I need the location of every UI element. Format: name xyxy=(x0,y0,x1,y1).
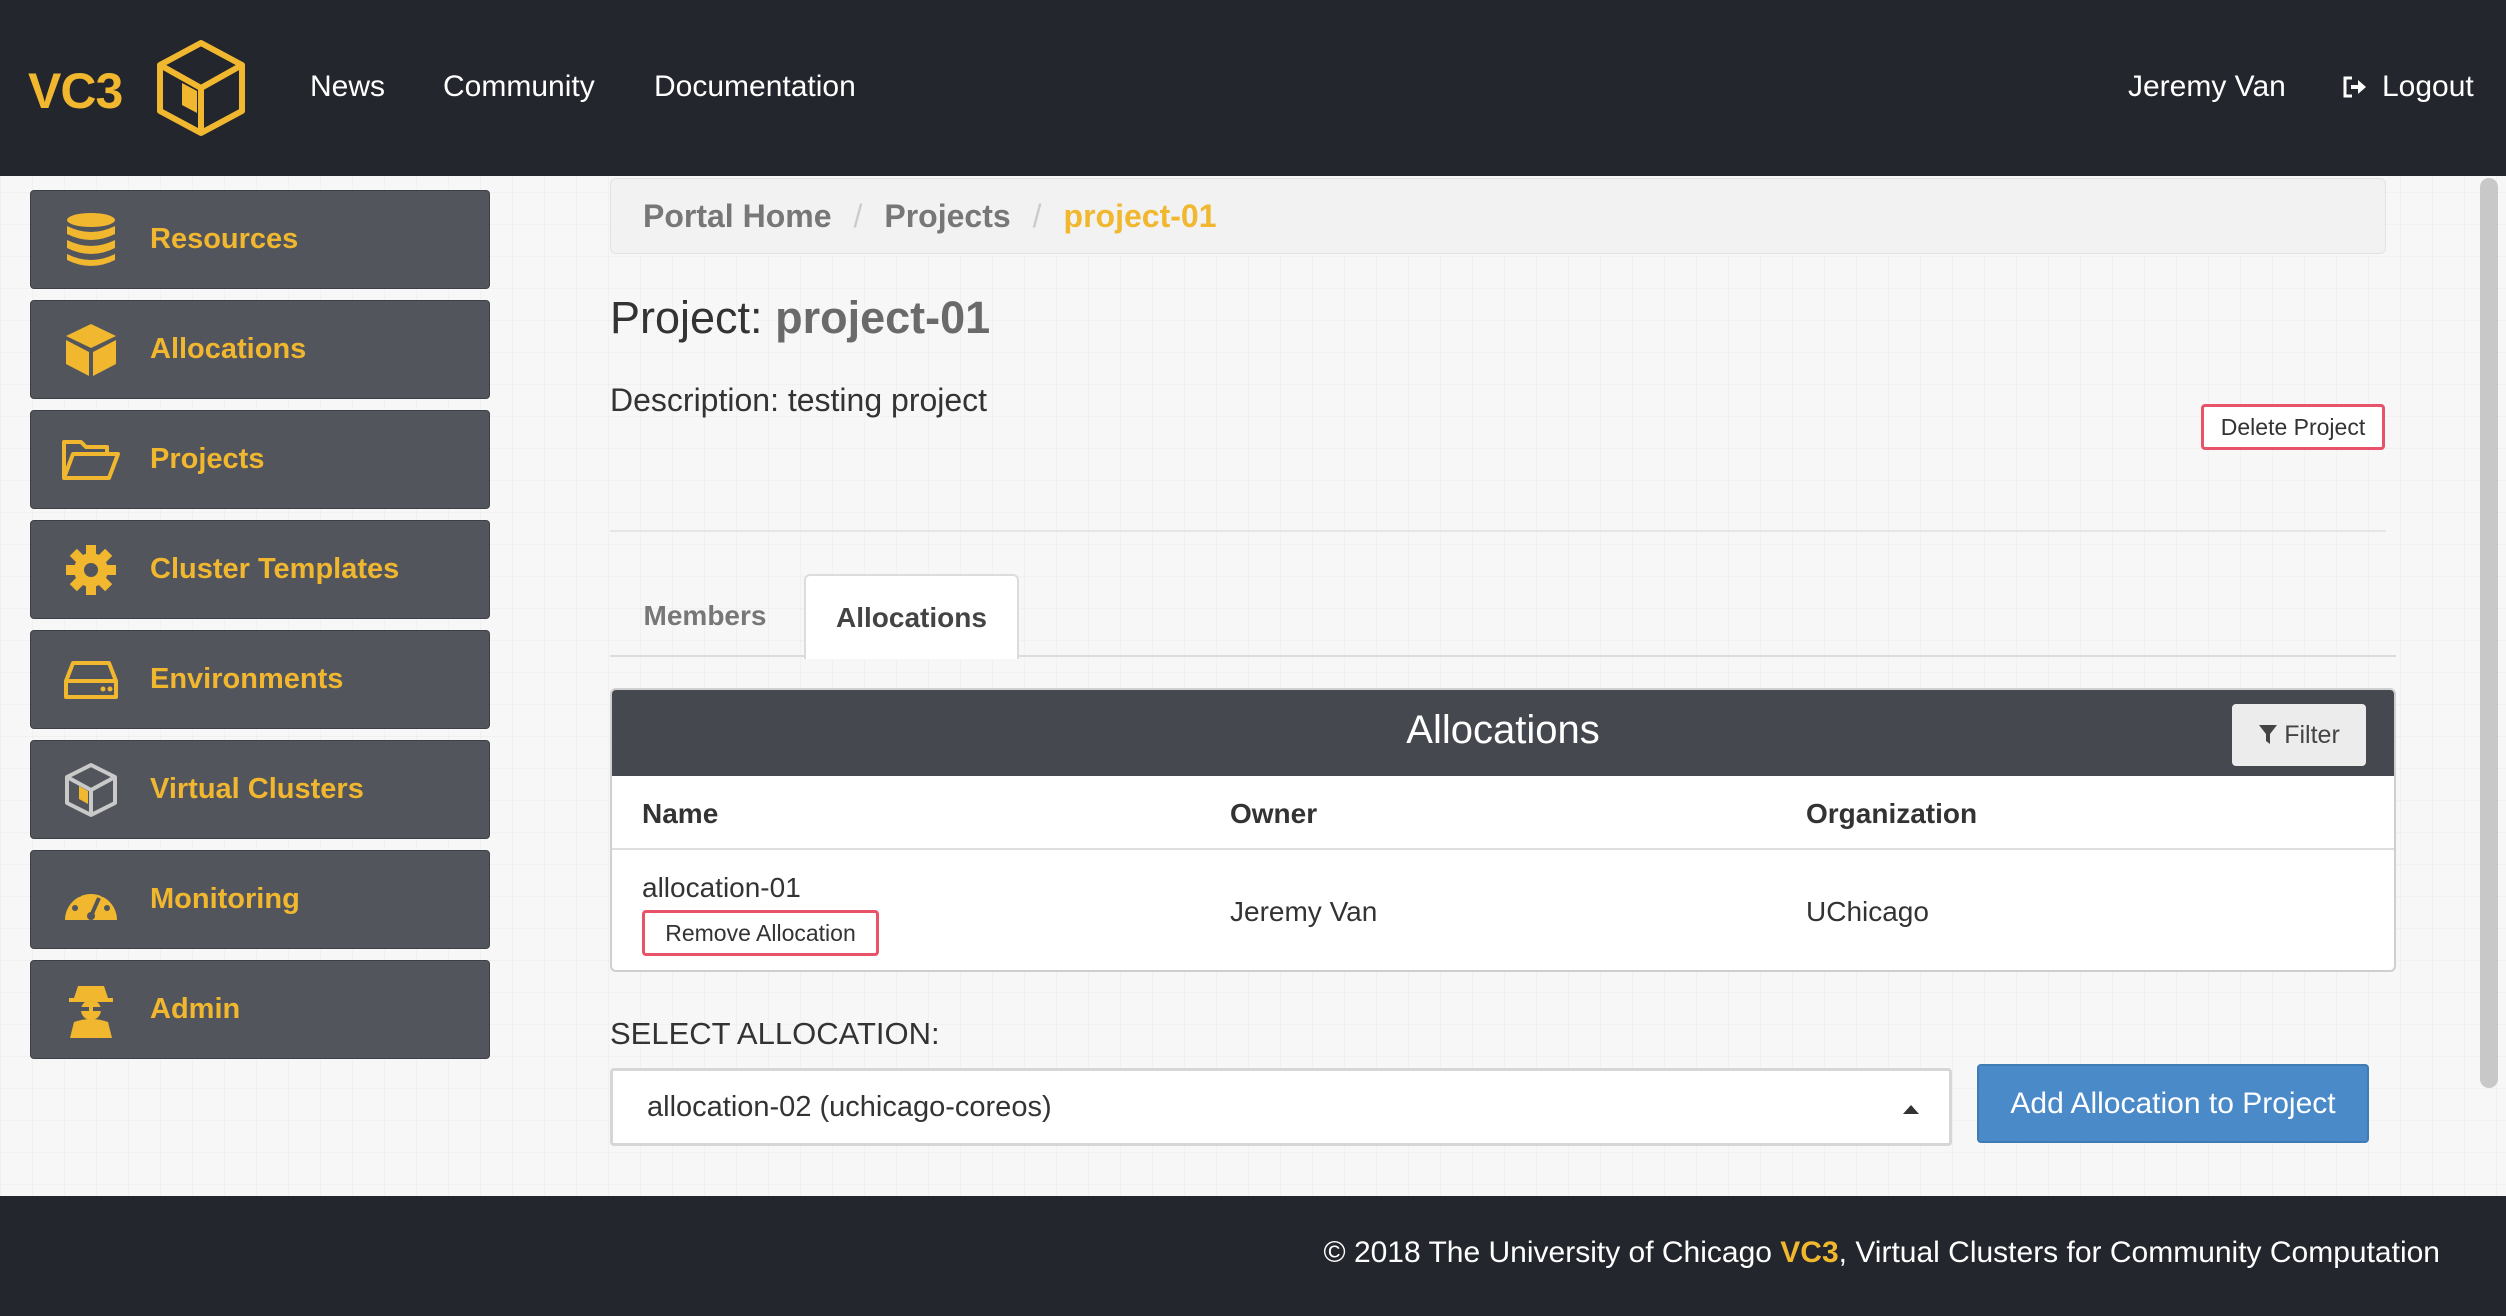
tab-members[interactable]: Members xyxy=(610,574,800,657)
delete-project-button[interactable]: Delete Project xyxy=(2201,404,2385,450)
database-icon xyxy=(61,210,121,270)
allocations-panel-title: Allocations xyxy=(1406,708,1600,752)
project-description: Description: testing project xyxy=(610,382,988,418)
footer-prefix: © 2018 The University of Chicago xyxy=(1323,1236,1772,1269)
allocation-select-value: allocation-02 (uchicago-coreos) xyxy=(647,1091,1052,1123)
breadcrumb-current: project-01 xyxy=(1063,197,1217,234)
footer-brand: VC3 xyxy=(1780,1236,1839,1269)
sidebar-label-virtual-clusters: Virtual Clusters xyxy=(150,773,364,805)
dashboard-gauge-icon xyxy=(61,870,121,930)
allocations-panel-header: Allocations Filter xyxy=(612,690,2394,776)
folder-open-icon xyxy=(61,430,121,490)
sidebar-item-projects[interactable]: Projects xyxy=(30,410,490,509)
user-name-link[interactable]: Jeremy Van xyxy=(2128,70,2286,104)
allocation-name-cell: allocation-01 xyxy=(642,872,801,903)
logout-label: Logout xyxy=(2382,70,2474,103)
cube-icon xyxy=(61,320,121,380)
column-header-owner[interactable]: Owner xyxy=(1230,798,1317,830)
caret-up-icon xyxy=(1903,1105,1919,1114)
filter-icon xyxy=(2259,725,2278,744)
logout-button[interactable]: Logout xyxy=(2342,70,2474,104)
sidebar-label-allocations: Allocations xyxy=(150,333,307,365)
sidebar-item-resources[interactable]: Resources xyxy=(30,190,490,289)
top-navbar: VC3 News Community Documentation Jeremy … xyxy=(0,0,2506,176)
filter-button[interactable]: Filter xyxy=(2232,704,2366,766)
divider xyxy=(610,530,2386,532)
sidebar-label-projects: Projects xyxy=(150,443,265,475)
cluster-cube-icon xyxy=(61,760,121,820)
sidebar-label-environments: Environments xyxy=(150,663,344,695)
vc3-cube-logo-icon[interactable] xyxy=(152,38,250,138)
sidebar-label-monitoring: Monitoring xyxy=(150,883,300,915)
footer: © 2018 The University of Chicago VC3, Vi… xyxy=(0,1196,2506,1316)
sidebar-label-cluster-templates: Cluster Templates xyxy=(150,553,400,585)
sidebar-item-environments[interactable]: Environments xyxy=(30,630,490,729)
select-allocation-label: SELECT ALLOCATION: xyxy=(610,1016,940,1051)
breadcrumb-projects[interactable]: Projects xyxy=(884,198,1010,235)
hard-drive-icon xyxy=(61,650,121,710)
remove-allocation-button[interactable]: Remove Allocation xyxy=(642,910,879,956)
page-scrollbar-thumb[interactable] xyxy=(2480,178,2498,1088)
sidebar-item-admin[interactable]: Admin xyxy=(30,960,490,1059)
breadcrumb-separator: / xyxy=(853,197,863,234)
table-header-divider xyxy=(612,848,2394,850)
footer-copyright: © 2018 The University of Chicago VC3, Vi… xyxy=(1324,1236,2441,1270)
user-secret-icon xyxy=(61,980,121,1040)
breadcrumb-portal-home[interactable]: Portal Home xyxy=(643,198,831,235)
page-title: Project: project-01 xyxy=(610,292,990,344)
sidebar-item-virtual-clusters[interactable]: Virtual Clusters xyxy=(30,740,490,839)
filter-label: Filter xyxy=(2284,720,2340,749)
allocation-organization-cell: UChicago xyxy=(1806,896,1929,927)
page-title-prefix: Project: xyxy=(610,292,763,343)
nav-news-link[interactable]: News xyxy=(310,70,385,104)
column-header-organization[interactable]: Organization xyxy=(1806,798,1977,830)
brand-logo-text[interactable]: VC3 xyxy=(28,62,123,120)
allocations-panel: Allocations Filter Name Owner Organizati… xyxy=(610,688,2396,972)
tab-allocations[interactable]: Allocations xyxy=(804,574,1019,659)
sidebar-label-resources: Resources xyxy=(150,223,299,255)
column-header-name[interactable]: Name xyxy=(642,798,718,830)
sign-out-icon xyxy=(2343,76,2366,98)
sidebar-item-allocations[interactable]: Allocations xyxy=(30,300,490,399)
breadcrumb: Portal Home / Projects / project-01 xyxy=(610,178,2386,254)
breadcrumb-separator: / xyxy=(1032,197,1042,234)
allocation-select[interactable]: allocation-02 (uchicago-coreos) xyxy=(610,1068,1952,1146)
footer-suffix: , Virtual Clusters for Community Computa… xyxy=(1838,1236,2440,1269)
allocation-owner-cell: Jeremy Van xyxy=(1230,896,1378,927)
sidebar-item-monitoring[interactable]: Monitoring xyxy=(30,850,490,949)
nav-documentation-link[interactable]: Documentation xyxy=(654,70,856,104)
sidebar-item-cluster-templates[interactable]: Cluster Templates xyxy=(30,520,490,619)
gear-icon xyxy=(61,540,121,600)
nav-community-link[interactable]: Community xyxy=(443,70,595,104)
sidebar-label-admin: Admin xyxy=(150,993,241,1025)
project-name: project-01 xyxy=(775,292,991,343)
add-allocation-button[interactable]: Add Allocation to Project xyxy=(1977,1064,2369,1143)
